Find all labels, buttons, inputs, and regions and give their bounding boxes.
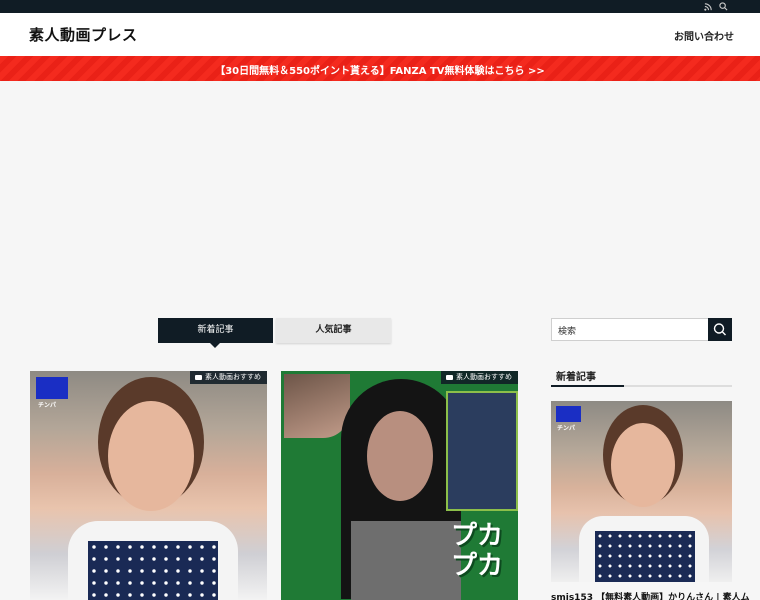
site-header: 素人動画プレス お問い合わせ (0, 13, 760, 56)
channel-logo-text: チンパ (557, 425, 576, 432)
thumbnail-shirt (351, 521, 461, 600)
thumbnail-apron (595, 531, 695, 582)
category-badge[interactable]: 素人動画おすすめ (441, 371, 518, 384)
tab-active-arrow (210, 343, 220, 348)
thumbnail-photo (108, 401, 194, 511)
category-badge[interactable]: 素人動画おすすめ (190, 371, 267, 384)
category-badge-label: 素人動画おすすめ (205, 373, 261, 381)
tab-popular-articles[interactable]: 人気記事 (276, 318, 391, 343)
sidebar-heading: 新着記事 (556, 372, 596, 383)
article-card[interactable]: チンパ 素人動画おすすめ (30, 371, 267, 600)
article-card[interactable]: プカプカ 素人動画おすすめ (281, 371, 518, 600)
promo-banner[interactable]: 【30日間無料＆550ポイント貰える】FANZA TV無料体験はこちら >> (0, 56, 760, 81)
channel-logo (556, 406, 581, 422)
tab-new-articles-label: 新着記事 (197, 325, 234, 335)
ad-space (0, 81, 760, 311)
tab-popular-articles-label: 人気記事 (315, 325, 352, 335)
site-title[interactable]: 素人動画プレス (29, 24, 138, 45)
search-input[interactable]: 検索 (551, 318, 709, 341)
search-icon (713, 323, 726, 336)
search-button[interactable] (708, 318, 732, 341)
sidebar-heading-accent (551, 385, 624, 387)
sidebar-latest-thumbnail[interactable]: チンパ (551, 401, 732, 582)
folder-icon (446, 374, 453, 380)
tab-new-articles[interactable]: 新着記事 (158, 318, 273, 348)
promo-banner-text[interactable]: 【30日間無料＆550ポイント貰える】FANZA TV無料体験はこちら >> (0, 62, 760, 77)
thumbnail-apron (88, 541, 218, 600)
rss-icon[interactable] (704, 2, 713, 11)
thumbnail-caption: プカプカ (451, 521, 504, 581)
top-bar (0, 0, 760, 13)
channel-logo-text: チンパ (38, 402, 57, 409)
search-icon[interactable] (719, 2, 728, 11)
contact-link[interactable]: お問い合わせ (674, 28, 734, 43)
category-badge-label: 素人動画おすすめ (456, 373, 512, 381)
thumbnail-side-panel (446, 391, 518, 511)
thumbnail-photo (611, 423, 675, 507)
thumbnail-face (367, 411, 433, 501)
folder-icon (195, 374, 202, 380)
channel-logo (36, 377, 68, 399)
sidebar-latest-title[interactable]: smjs153 【無料素人動画】かりんさん | 素人ム (551, 590, 760, 600)
